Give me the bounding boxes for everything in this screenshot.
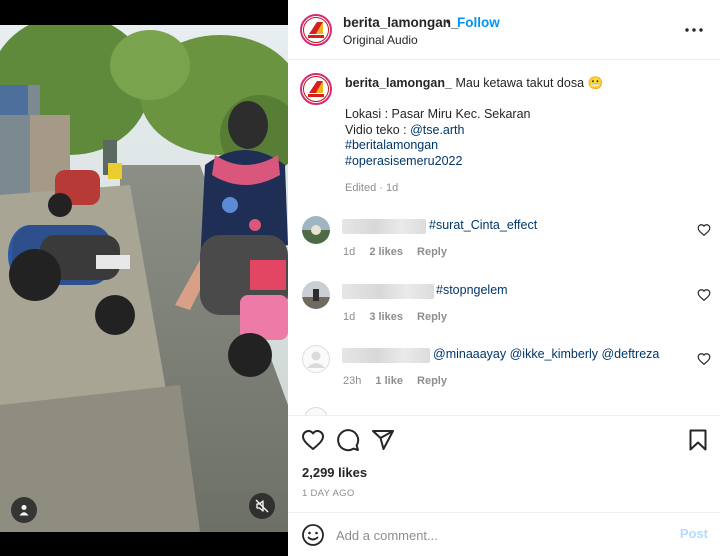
comment-text[interactable]: #surat_Cinta_effect bbox=[429, 218, 537, 232]
caption-body: Mau ketawa takut dosa bbox=[455, 76, 585, 90]
caption-meta: Edited · 1d bbox=[345, 182, 399, 194]
default-avatar-icon bbox=[302, 345, 330, 373]
more-options-icon bbox=[685, 28, 703, 32]
blurred-username bbox=[342, 348, 430, 363]
bookmark-icon[interactable] bbox=[686, 428, 710, 452]
post-header: berita_lamongan_ • Follow Original Audio bbox=[288, 0, 720, 60]
reply-button[interactable]: Reply bbox=[417, 375, 447, 387]
caption-credit-handle[interactable]: @tse.arth bbox=[410, 123, 464, 137]
comment-likes[interactable]: 3 likes bbox=[369, 311, 403, 323]
speaker-muted-icon bbox=[255, 499, 269, 513]
heart-icon[interactable] bbox=[697, 352, 711, 366]
likes-count[interactable]: 2,299 likes bbox=[302, 465, 367, 480]
hashtag-link[interactable]: #beritalamongan bbox=[345, 138, 705, 154]
comment-item: #stopngelem 1d 3 likes Reply bbox=[288, 281, 720, 345]
comment-meta: 1d 2 likes Reply bbox=[343, 246, 458, 258]
caption-credit-prefix: Vidio teko : bbox=[345, 122, 411, 137]
avatar[interactable] bbox=[302, 281, 330, 309]
brand-logo-icon bbox=[308, 22, 324, 38]
post-date[interactable]: 1 DAY AGO bbox=[302, 488, 355, 499]
video-player[interactable] bbox=[0, 0, 288, 556]
comment-likes[interactable]: 2 likes bbox=[369, 246, 403, 258]
more-options-button[interactable] bbox=[682, 18, 706, 42]
video-still-image bbox=[0, 25, 288, 532]
comment-time: 1d bbox=[343, 246, 356, 258]
paper-plane-icon[interactable] bbox=[371, 428, 395, 452]
comment-bubble-icon[interactable] bbox=[336, 428, 360, 452]
mute-button[interactable] bbox=[249, 493, 275, 519]
avatar-image bbox=[302, 216, 330, 244]
blurred-username bbox=[342, 284, 434, 299]
caption-text: berita_lamongan_ Mau ketawa takut dosa 😬… bbox=[345, 76, 705, 169]
video-frame[interactable] bbox=[0, 25, 288, 532]
comment-time: 23h bbox=[343, 375, 362, 387]
hashtag-link[interactable]: #operasisemeru2022 bbox=[345, 154, 705, 170]
avatar[interactable] bbox=[302, 216, 330, 244]
avatar[interactable] bbox=[302, 345, 330, 373]
follow-button[interactable]: Follow bbox=[457, 15, 500, 30]
comment-time: 1d bbox=[343, 311, 356, 323]
comment-meta: 1d 3 likes Reply bbox=[343, 311, 458, 323]
header-username[interactable]: berita_lamongan_ bbox=[343, 15, 459, 30]
separator-dot: • bbox=[446, 14, 451, 29]
comment-likes[interactable]: 1 like bbox=[375, 375, 403, 387]
caption-avatar[interactable] bbox=[300, 73, 332, 105]
comment-item: @minaaayay @ikke_kimberly @deftreza 23h … bbox=[288, 345, 720, 409]
emoji-grimace: 😬 bbox=[587, 76, 604, 90]
comments-scroll-area[interactable]: berita_lamongan_ Mau ketawa takut dosa 😬… bbox=[288, 61, 720, 415]
tag-people-button[interactable] bbox=[11, 497, 37, 523]
comment-form: Post bbox=[288, 512, 720, 556]
comment-meta: 23h 1 like Reply bbox=[343, 375, 458, 387]
heart-icon[interactable] bbox=[301, 428, 325, 452]
smiley-icon[interactable] bbox=[301, 523, 325, 547]
comment-item: #surat_Cinta_effect 1d 2 likes Reply bbox=[288, 216, 720, 280]
reply-button[interactable]: Reply bbox=[417, 246, 447, 258]
comment-text[interactable]: #stopngelem bbox=[436, 283, 508, 297]
audio-link[interactable]: Original Audio bbox=[343, 33, 418, 47]
avatar-image bbox=[302, 281, 330, 309]
caption-location: Lokasi : Pasar Miru Kec. Sekaran bbox=[345, 107, 531, 121]
reply-button[interactable]: Reply bbox=[417, 311, 447, 323]
heart-icon[interactable] bbox=[697, 288, 711, 302]
post-button[interactable]: Post bbox=[680, 526, 708, 541]
comment-input[interactable] bbox=[336, 523, 666, 547]
comment-text[interactable]: @minaaayay @ikke_kimberly @deftreza bbox=[433, 347, 659, 361]
post-panel: berita_lamongan_ • Follow Original Audio bbox=[288, 0, 720, 556]
brand-logo-icon bbox=[308, 81, 324, 97]
person-tag-icon bbox=[19, 505, 29, 516]
avatar[interactable] bbox=[300, 14, 332, 46]
blurred-username bbox=[342, 219, 426, 234]
action-bar: 2,299 likes 1 DAY AGO Post bbox=[288, 415, 720, 555]
heart-icon[interactable] bbox=[697, 223, 711, 237]
caption-username[interactable]: berita_lamongan_ bbox=[345, 76, 452, 90]
